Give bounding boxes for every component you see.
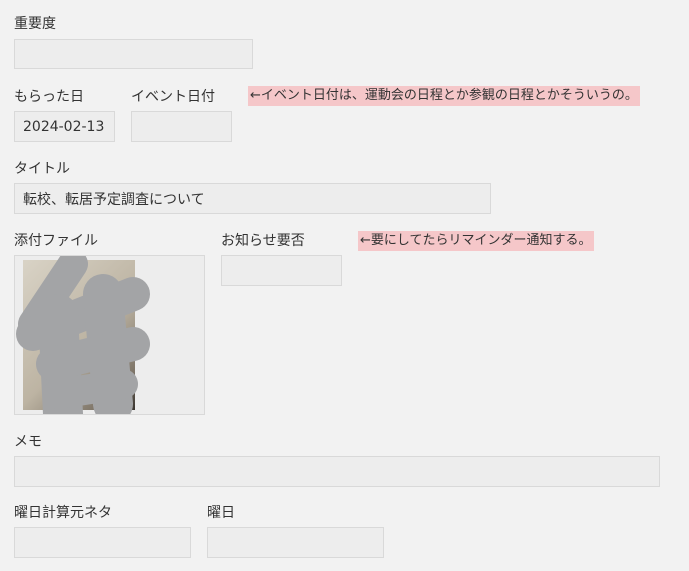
event-date-note: ←イベント日付は、運動会の日程とか参観の日程とかそういうの。 xyxy=(248,86,640,106)
notice-required-note: ←要にしてたらリマインダー通知する。 xyxy=(358,231,594,251)
memo-label: メモ xyxy=(14,434,42,450)
attachment-box[interactable] xyxy=(14,255,205,415)
redaction-scribble-icon xyxy=(16,256,150,414)
weekday-source-label: 曜日計算元ネタ xyxy=(14,505,112,521)
memo-field[interactable] xyxy=(14,456,660,487)
weekday-source-field[interactable] xyxy=(14,527,191,558)
title-field[interactable]: 転校、転居予定調査について xyxy=(14,183,491,214)
attachment-label: 添付ファイル xyxy=(14,233,98,249)
event-date-label: イベント日付 xyxy=(131,89,215,105)
weekday-label: 曜日 xyxy=(207,505,235,521)
notice-required-field[interactable] xyxy=(221,255,342,286)
notice-required-label: お知らせ要否 xyxy=(221,233,305,249)
importance-field[interactable] xyxy=(14,39,253,69)
weekday-field[interactable] xyxy=(207,527,384,558)
importance-label: 重要度 xyxy=(14,16,56,32)
received-date-label: もらった日 xyxy=(14,89,84,105)
event-date-field[interactable] xyxy=(131,111,232,142)
received-date-field[interactable]: 2024-02-13 xyxy=(14,111,115,142)
attachment-thumbnail[interactable] xyxy=(16,256,150,414)
title-label: タイトル xyxy=(14,161,70,177)
